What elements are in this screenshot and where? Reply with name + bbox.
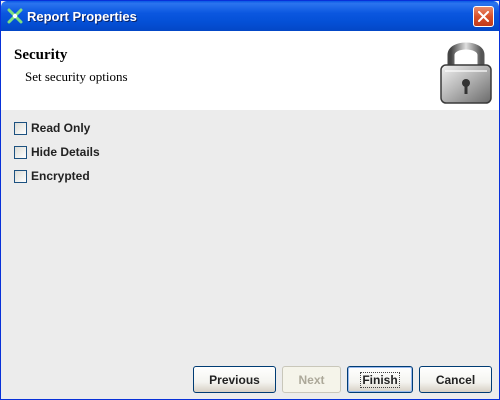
encrypted-option[interactable]: Encrypted [14,168,90,184]
encrypted-checkbox[interactable] [14,169,27,183]
padlock-icon [437,35,495,107]
finish-button-label: Finish [360,371,400,388]
close-button[interactable] [473,6,494,27]
wizard-header: Security Set security options [1,31,499,110]
report-properties-dialog: Report Properties Security Set security … [0,0,500,400]
title-bar[interactable]: Report Properties [1,1,499,31]
next-button[interactable]: Next [282,366,341,393]
encrypted-label: Encrypted [31,169,90,183]
read-only-label: Read Only [31,121,91,135]
previous-button[interactable]: Previous [193,366,276,393]
close-icon [478,11,489,22]
app-icon [7,8,23,24]
hide-details-option[interactable]: Hide Details [14,144,100,160]
hide-details-label: Hide Details [31,145,100,159]
window-title: Report Properties [27,9,137,24]
finish-button[interactable]: Finish [347,366,413,393]
read-only-checkbox[interactable] [14,121,27,135]
cancel-button[interactable]: Cancel [419,366,492,393]
page-title: Security [14,47,68,63]
hide-details-checkbox[interactable] [14,145,27,159]
read-only-option[interactable]: Read Only [14,120,90,136]
page-subtitle: Set security options [25,69,128,84]
